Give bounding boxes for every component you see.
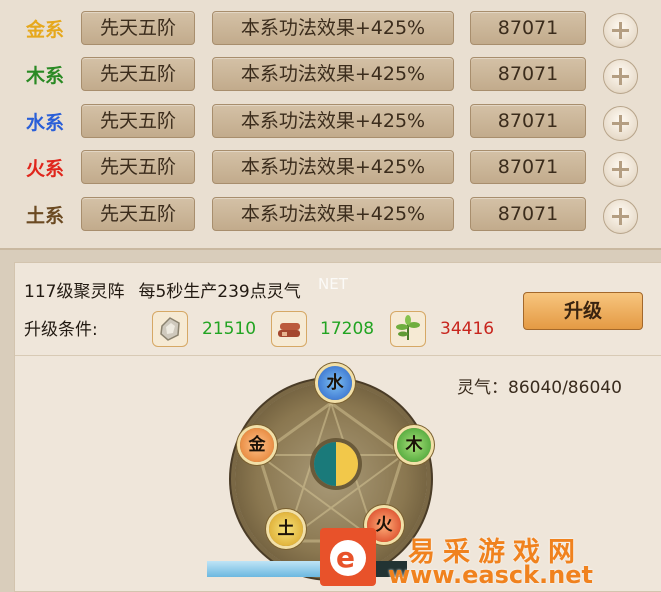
effect-cell: 本系功法效果+425% bbox=[212, 57, 454, 91]
rank-cell: 先天五阶 bbox=[81, 150, 195, 184]
element-list-panel: 金系 先天五阶 本系功法效果+425% 87071 木系 先天五阶 本系功法效果… bbox=[0, 0, 661, 250]
element-row-water: 水系 先天五阶 本系功法效果+425% 87071 bbox=[0, 98, 661, 144]
lingqi-progress-fill bbox=[207, 561, 327, 577]
array-production: 每5秒生产239点灵气 bbox=[138, 282, 301, 302]
wood-node[interactable]: 木 bbox=[397, 428, 431, 462]
element-label: 木系 bbox=[26, 65, 65, 87]
effect-cell: 本系功法效果+425% bbox=[212, 11, 454, 45]
value-cell: 87071 bbox=[470, 11, 586, 45]
rank-cell: 先天五阶 bbox=[81, 104, 195, 138]
ore-icon bbox=[152, 311, 188, 347]
lingqi-progress-bar bbox=[207, 561, 407, 577]
value-cell: 87071 bbox=[470, 104, 586, 138]
array-level: 117级聚灵阵 bbox=[24, 282, 125, 302]
rank-cell: 先天五阶 bbox=[81, 57, 195, 91]
ore-amount: 21510 bbox=[202, 319, 257, 339]
watermark-logo-letter: e bbox=[336, 541, 355, 574]
value-cell: 87071 bbox=[470, 150, 586, 184]
wood-amount: 17208 bbox=[320, 319, 375, 339]
rank-cell: 先天五阶 bbox=[81, 197, 195, 231]
wood-icon bbox=[271, 311, 307, 347]
herb-icon bbox=[390, 311, 426, 347]
element-label: 金系 bbox=[26, 19, 65, 41]
element-row-wood: 木系 先天五阶 本系功法效果+425% 87071 bbox=[0, 51, 661, 97]
element-row-fire: 火系 先天五阶 本系功法效果+425% 87071 bbox=[0, 144, 661, 190]
element-row-metal: 金系 先天五阶 本系功法效果+425% 87071 bbox=[0, 5, 661, 51]
add-water-button[interactable] bbox=[603, 106, 638, 141]
lingqi-counter: 灵气：86040/86040 bbox=[457, 378, 622, 398]
watermark-url: www.easck.net bbox=[388, 561, 593, 589]
watermark-logo-icon: e bbox=[320, 528, 376, 586]
add-earth-button[interactable] bbox=[603, 199, 638, 234]
value-cell: 87071 bbox=[470, 197, 586, 231]
effect-cell: 本系功法效果+425% bbox=[212, 150, 454, 184]
requirement-label: 升级条件: bbox=[24, 320, 98, 340]
element-row-earth: 土系 先天五阶 本系功法效果+425% 87071 bbox=[0, 191, 661, 237]
element-label: 火系 bbox=[26, 158, 65, 180]
value-cell: 87071 bbox=[470, 57, 586, 91]
add-fire-button[interactable] bbox=[603, 152, 638, 187]
effect-cell: 本系功法效果+425% bbox=[212, 197, 454, 231]
metal-node[interactable]: 金 bbox=[240, 428, 274, 462]
element-label: 土系 bbox=[26, 205, 65, 227]
watermark-net: NET bbox=[318, 275, 348, 293]
rank-cell: 先天五阶 bbox=[81, 11, 195, 45]
effect-cell: 本系功法效果+425% bbox=[212, 104, 454, 138]
upgrade-button[interactable]: 升级 bbox=[523, 292, 643, 330]
herb-amount: 34416 bbox=[440, 319, 495, 339]
earth-node[interactable]: 土 bbox=[269, 512, 303, 546]
water-node[interactable]: 水 bbox=[318, 366, 352, 400]
taiji-center-icon[interactable] bbox=[314, 442, 358, 486]
array-summary: 117级聚灵阵 每5秒生产239点灵气 bbox=[24, 277, 315, 302]
add-wood-button[interactable] bbox=[603, 59, 638, 94]
element-label: 水系 bbox=[26, 112, 65, 134]
add-metal-button[interactable] bbox=[603, 13, 638, 48]
